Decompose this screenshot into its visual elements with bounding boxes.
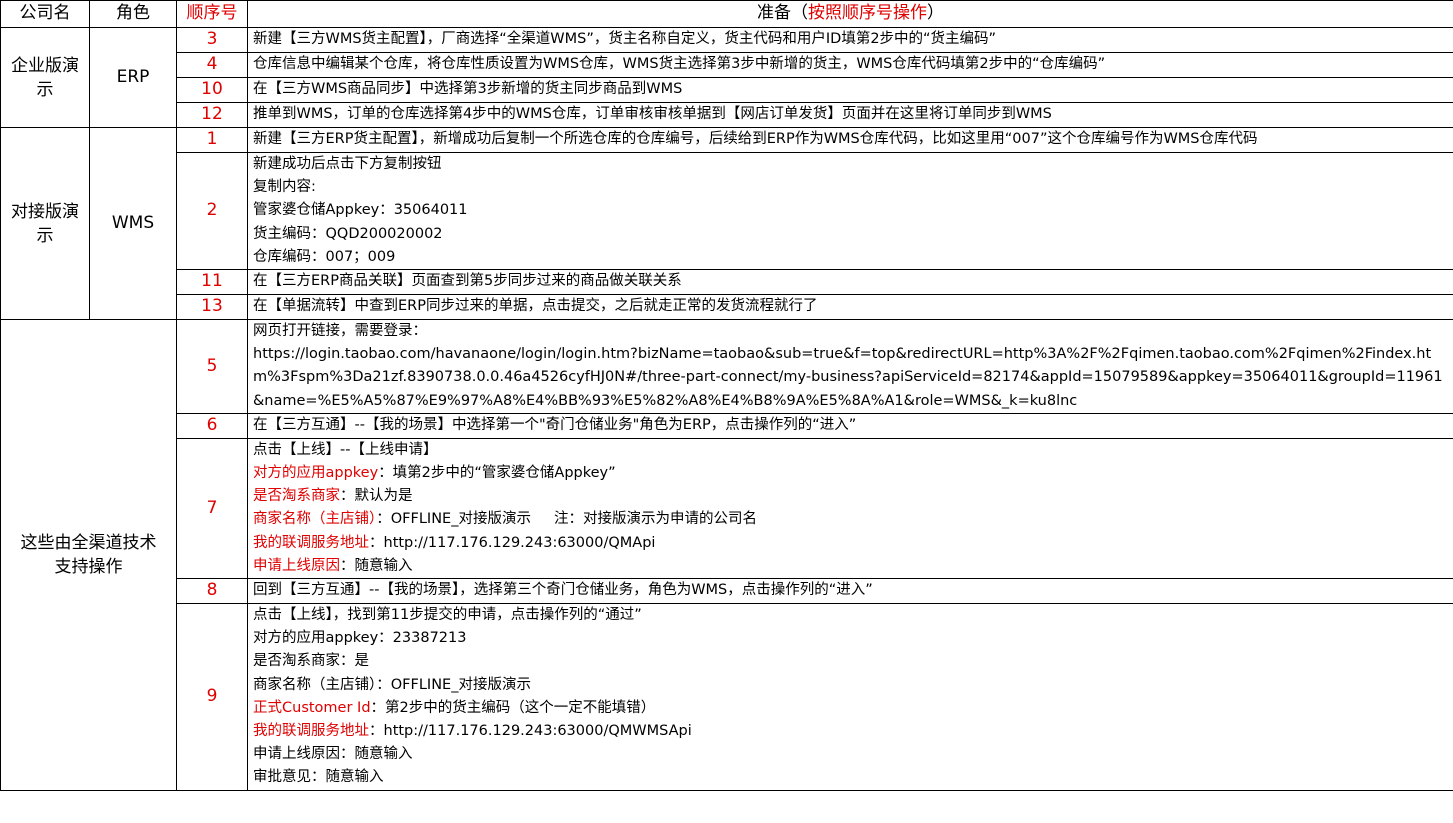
step-number: 8	[176, 578, 248, 605]
field-value: ：OFFLINE_对接版演示 注：对接版演示为申请的公司名	[376, 511, 758, 528]
text-line: 是否淘系商家：默认为是	[253, 485, 1448, 508]
text-line: 我的联调服务地址：http://117.176.129.243:63000/QM…	[253, 532, 1448, 555]
step-number: 2	[176, 151, 248, 271]
text-line: 正式Customer Id：第2步中的货主编码（这个一定不能填错）	[253, 697, 1448, 720]
step-number: 7	[176, 437, 248, 580]
step-number: 5	[176, 319, 248, 414]
step-description: 仓库信息中编辑某个仓库，将仓库性质设置为WMS仓库，WMS货主选择第3步中新增的…	[247, 52, 1453, 78]
header-preparation: 准备（按照顺序号操作）	[247, 0, 1453, 28]
header-step: 顺序号	[176, 0, 248, 28]
table-row: 这些由全渠道技术 支持操作 5 网页打开链接，需要登录： https://log…	[0, 319, 1453, 791]
text-line: 对方的应用appkey：填第2步中的“管家婆仓储Appkey”	[253, 462, 1448, 485]
text-line: 审批意见：随意输入	[253, 769, 384, 786]
company-cell: 对接版演示	[0, 126, 90, 321]
step-description: 点击【上线】--【上线申请】 对方的应用appkey：填第2步中的“管家婆仓储A…	[247, 437, 1453, 580]
step-description: 在【三方互通】--【我的场景】中选择第一个"奇门仓储业务"角色为ERP，点击操作…	[247, 412, 1453, 439]
header-role: 角色	[89, 0, 177, 28]
support-company-line: 支持操作	[54, 556, 123, 577]
field-value: ：填第2步中的“管家婆仓储Appkey”	[378, 465, 616, 482]
table-row: 7 点击【上线】--【上线申请】 对方的应用appkey：填第2步中的“管家婆仓…	[1, 437, 1453, 580]
field-label: 正式Customer Id	[253, 699, 371, 716]
text-line: 商家名称（主店铺）：OFFLINE_对接版演示	[253, 676, 531, 693]
table-row: 2 新建成功后点击下方复制按钮 复制内容: 管家婆仓储Appkey：350640…	[1, 151, 1453, 271]
table-row: 11 在【三方ERP商品关联】页面查到第5步同步过来的商品做关联关系	[1, 269, 1453, 296]
support-company-cell: 这些由全渠道技术 支持操作	[0, 319, 177, 791]
role-cell: WMS	[89, 126, 177, 321]
instructions-table: 公司名 角色 顺序号 准备（按照顺序号操作） 企业版演示 ERP 3 新建【三方…	[0, 0, 1453, 791]
field-label: 是否淘系商家	[253, 488, 340, 505]
text-line: 货主编码：QQD200020002	[253, 225, 443, 242]
step-number: 6	[176, 412, 248, 439]
field-label: 商家名称（主店铺）	[253, 511, 377, 528]
table-row: 13 在【单据流转】中查到ERP同步过来的单据，点击提交，之后就走正常的发货流程…	[1, 294, 1453, 321]
step-description: 在【三方ERP商品关联】页面查到第5步同步过来的商品做关联关系	[247, 269, 1453, 296]
header-row: 公司名 角色 顺序号 准备（按照顺序号操作）	[0, 0, 1453, 28]
step-description: 新建【三方ERP货主配置】，新增成功后复制一个所选仓库的仓库编号，后续给到ERP…	[247, 127, 1453, 153]
header-prep-prefix: 准备（	[757, 3, 808, 24]
step-description: 在【单据流转】中查到ERP同步过来的单据，点击提交，之后就走正常的发货流程就行了	[247, 294, 1453, 321]
text-line: 点击【上线】，找到第11步提交的申请，点击操作列的“通过”	[253, 607, 642, 624]
header-prep-emphasis: 按照顺序号操作	[808, 3, 927, 24]
table-row: 4 仓库信息中编辑某个仓库，将仓库性质设置为WMS仓库，WMS货主选择第3步中新…	[1, 52, 1453, 78]
step-description: 新建成功后点击下方复制按钮 复制内容: 管家婆仓储Appkey：35064011…	[247, 151, 1453, 271]
table-row: 10 在【三方WMS商品同步】中选择第3步新增的货主同步商品到WMS	[1, 77, 1453, 103]
step-description: 网页打开链接，需要登录： https://login.taobao.com/ha…	[247, 319, 1453, 414]
step-description: 点击【上线】，找到第11步提交的申请，点击操作列的“通过” 对方的应用appke…	[247, 603, 1453, 791]
text-line: 申请上线原因：随意输入	[253, 555, 1448, 578]
text-line: 对方的应用appkey：23387213	[253, 630, 467, 647]
header-company: 公司名	[0, 0, 90, 28]
text-line: 网页打开链接，需要登录：	[253, 323, 427, 340]
table-row: 8 回到【三方互通】--【我的场景】，选择第三个奇门仓储业务，角色为WMS，点击…	[1, 578, 1453, 605]
table-row: 6 在【三方互通】--【我的场景】中选择第一个"奇门仓储业务"角色为ERP，点击…	[1, 412, 1453, 439]
text-line: 商家名称（主店铺）：OFFLINE_对接版演示 注：对接版演示为申请的公司名	[253, 508, 1448, 531]
step-description: 新建【三方WMS货主配置】，厂商选择“全渠道WMS”，货主名称自定义，货主代码和…	[247, 27, 1453, 53]
step-description: 在【三方WMS商品同步】中选择第3步新增的货主同步商品到WMS	[247, 77, 1453, 103]
table-row: 企业版演示 ERP 3 新建【三方WMS货主配置】，厂商选择“全渠道WMS”，货…	[0, 27, 1453, 128]
text-line: 仓库编码：007；009	[253, 248, 396, 265]
step-number: 9	[176, 603, 248, 791]
text-line: 新建成功后点击下方复制按钮	[253, 156, 442, 172]
step-number: 11	[176, 269, 248, 296]
field-value: ：http://117.176.129.243:63000/QMApi	[369, 534, 656, 551]
field-label: 对方的应用appkey	[253, 465, 379, 482]
field-label: 我的联调服务地址	[253, 534, 369, 551]
support-company-line: 这些由全渠道技术	[20, 532, 157, 553]
table-row: 对接版演示 WMS 1 新建【三方ERP货主配置】，新增成功后复制一个所选仓库的…	[0, 126, 1453, 321]
text-line: 我的联调服务地址：http://117.176.129.243:63000/QM…	[253, 720, 1448, 743]
step-description: 回到【三方互通】--【我的场景】，选择第三个奇门仓储业务，角色为WMS，点击操作…	[247, 578, 1453, 605]
step-number: 10	[176, 77, 248, 103]
field-value: ：随意输入	[340, 557, 413, 574]
text-line: 点击【上线】--【上线申请】	[253, 441, 438, 458]
field-value: ：默认为是	[340, 488, 413, 505]
field-label: 我的联调服务地址	[253, 723, 369, 740]
company-cell: 企业版演示	[0, 27, 90, 128]
login-url-link[interactable]: https://login.taobao.com/havanaone/login…	[253, 346, 1443, 408]
text-line: 是否淘系商家：是	[253, 653, 369, 670]
text-line: 管家婆仓储Appkey：35064011	[253, 202, 468, 219]
text-line: 复制内容:	[253, 179, 316, 196]
step-number: 13	[176, 294, 248, 321]
step-number: 1	[176, 127, 248, 153]
step-number: 12	[176, 102, 248, 128]
step-number: 4	[176, 52, 248, 78]
field-value: ：http://117.176.129.243:63000/QMWMSApi	[369, 723, 692, 740]
text-line: 申请上线原因：随意输入	[253, 746, 413, 763]
step-number: 3	[176, 27, 248, 53]
field-label: 申请上线原因	[253, 557, 340, 574]
table-row: 12 推单到WMS，订单的仓库选择第4步中的WMS仓库，订单审核审核单据到【网店…	[1, 102, 1453, 128]
step-description: 推单到WMS，订单的仓库选择第4步中的WMS仓库，订单审核审核单据到【网店订单发…	[247, 102, 1453, 128]
table-row: 9 点击【上线】，找到第11步提交的申请，点击操作列的“通过” 对方的应用app…	[1, 603, 1453, 791]
role-cell: ERP	[89, 27, 177, 128]
field-value: ：第2步中的货主编码（这个一定不能填错）	[370, 699, 656, 716]
header-prep-suffix: ）	[927, 3, 944, 24]
